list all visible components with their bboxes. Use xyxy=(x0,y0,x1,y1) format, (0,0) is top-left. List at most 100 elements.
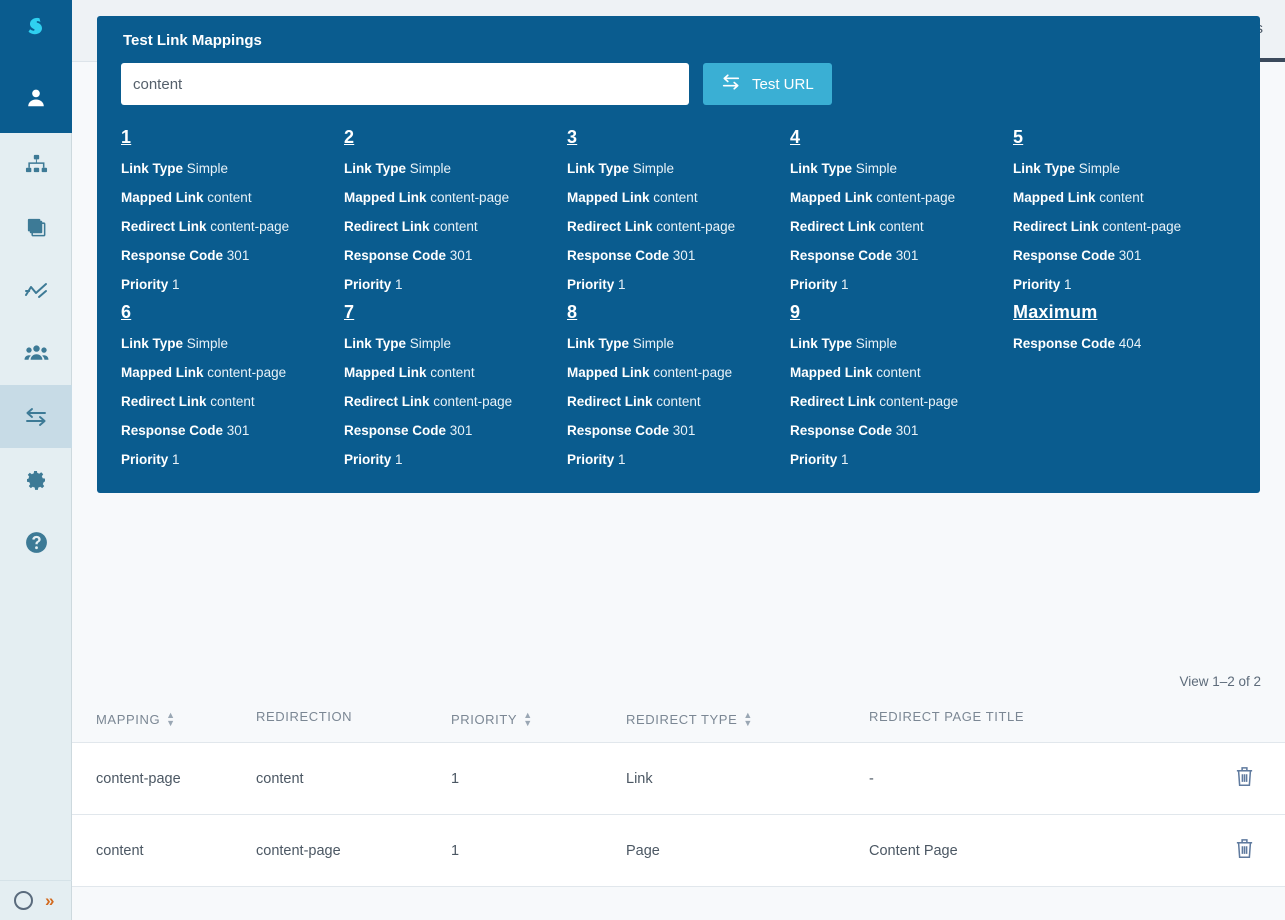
result-response-code: Response Code 301 xyxy=(790,248,1001,263)
question-circle-icon xyxy=(24,530,49,555)
result-link-type: Link Type Simple xyxy=(567,336,778,351)
sidebar-item-structure[interactable] xyxy=(0,133,72,196)
cell-redirect-page-title: - xyxy=(869,742,1199,815)
sidebar-item-users[interactable] xyxy=(0,322,72,385)
test-url-button-label: Test URL xyxy=(752,75,814,93)
test-result-index[interactable]: Maximum xyxy=(1013,302,1097,323)
result-link-type-label: Link Type xyxy=(790,336,853,351)
result-response-code-label: Response Code xyxy=(790,248,893,263)
result-response-code-label: Response Code xyxy=(344,423,447,438)
exchange-arrows-icon xyxy=(721,73,741,95)
column-header-mapping[interactable]: MAPPING ▲ ▼ xyxy=(72,709,256,743)
result-response-code: Response Code 404 xyxy=(1013,336,1224,351)
cell-actions xyxy=(1199,742,1285,815)
sort-arrows-icon[interactable]: ▲ ▼ xyxy=(743,711,753,728)
mappings-table: MAPPING ▲ ▼ REDIRECTION PRIORITY ▲ ▼ REDIRECT T… xyxy=(72,709,1285,887)
sidebar-footer: » xyxy=(0,880,72,920)
column-header-inner: MAPPING ▲ ▼ xyxy=(96,711,176,728)
test-result-index[interactable]: 8 xyxy=(567,302,577,323)
test-result-index[interactable]: 4 xyxy=(790,127,800,148)
result-redirect-link-value: content-page xyxy=(210,219,290,234)
delete-mapping-button[interactable] xyxy=(1234,837,1255,864)
test-result-card: 8 Link Type Simple Mapped Link content-pag… xyxy=(567,296,790,471)
delete-mapping-button[interactable] xyxy=(1234,765,1255,792)
test-result-card: 5 Link Type Simple Mapped Link content Redi… xyxy=(1013,121,1236,296)
user-icon xyxy=(25,87,47,109)
test-result-card: 3 Link Type Simple Mapped Link content Redi… xyxy=(567,121,790,296)
result-response-code-value: 301 xyxy=(226,248,250,263)
trash-icon xyxy=(1234,767,1255,792)
test-result-index[interactable]: 5 xyxy=(1013,127,1023,148)
result-mapped-link-label: Mapped Link xyxy=(344,190,427,205)
test-result-index[interactable]: 6 xyxy=(121,302,131,323)
table-row[interactable]: content content-page 1 Page Content Page xyxy=(72,814,1285,887)
result-mapped-link-value: content xyxy=(876,365,921,380)
result-priority-label: Priority xyxy=(567,277,615,292)
result-link-type-value: Simple xyxy=(409,336,452,351)
result-response-code-value: 301 xyxy=(672,248,696,263)
column-header-actions xyxy=(1199,709,1285,743)
test-url-input[interactable] xyxy=(121,63,689,105)
column-header-redirect-type[interactable]: REDIRECT TYPE ▲ ▼ xyxy=(626,709,869,743)
app-logo[interactable] xyxy=(0,0,72,62)
column-header-priority[interactable]: PRIORITY ▲ ▼ xyxy=(451,709,626,743)
test-result-card: 4 Link Type Simple Mapped Link content-pag… xyxy=(790,121,1013,296)
result-response-code-value: 404 xyxy=(1118,336,1142,351)
result-mapped-link-value: content-page xyxy=(876,190,956,205)
result-link-type: Link Type Simple xyxy=(121,161,332,176)
result-priority-value: 1 xyxy=(395,452,403,467)
sort-arrows-icon[interactable]: ▲ ▼ xyxy=(523,711,533,728)
result-redirect-link-label: Redirect Link xyxy=(121,394,207,409)
result-priority: Priority 1 xyxy=(567,452,778,467)
result-response-code-label: Response Code xyxy=(344,248,447,263)
result-redirect-link: Redirect Link content xyxy=(344,219,555,234)
result-mapped-link: Mapped Link content xyxy=(1013,190,1224,205)
result-mapped-link-value: content xyxy=(430,365,475,380)
result-mapped-link: Mapped Link content xyxy=(790,365,1001,380)
result-link-type-label: Link Type xyxy=(344,336,407,351)
result-priority-value: 1 xyxy=(172,452,180,467)
result-mapped-link-label: Mapped Link xyxy=(121,365,204,380)
result-priority-value: 1 xyxy=(841,277,849,292)
result-response-code-label: Response Code xyxy=(567,248,670,263)
result-redirect-link-label: Redirect Link xyxy=(790,394,876,409)
result-link-type-value: Simple xyxy=(1078,161,1121,176)
result-response-code-value: 301 xyxy=(226,423,250,438)
test-result-index[interactable]: 3 xyxy=(567,127,577,148)
result-priority: Priority 1 xyxy=(121,277,332,292)
result-priority: Priority 1 xyxy=(344,452,555,467)
result-mapped-link-label: Mapped Link xyxy=(1013,190,1096,205)
sidebar-item-analytics[interactable] xyxy=(0,259,72,322)
column-header-redirect-page-title: REDIRECT PAGE TITLE xyxy=(869,709,1199,743)
sidebar-item-redirects[interactable] xyxy=(0,385,72,448)
application-root: » Misdirection Link Mappings xyxy=(0,0,1285,920)
result-link-type-label: Link Type xyxy=(344,161,407,176)
test-result-index[interactable]: 9 xyxy=(790,302,800,323)
sidebar-item-profile[interactable] xyxy=(0,62,72,133)
result-redirect-link-label: Redirect Link xyxy=(567,219,653,234)
sort-arrows-icon[interactable]: ▲ ▼ xyxy=(166,711,176,728)
result-link-type-value: Simple xyxy=(855,161,898,176)
result-redirect-link-label: Redirect Link xyxy=(344,219,430,234)
result-redirect-link: Redirect Link content-page xyxy=(344,394,555,409)
sitemap-icon xyxy=(25,153,48,176)
sidebar-item-help[interactable] xyxy=(0,511,72,574)
users-group-icon xyxy=(24,341,49,366)
result-priority-value: 1 xyxy=(1064,277,1072,292)
test-results-grid: 1 Link Type Simple Mapped Link content Redi… xyxy=(121,121,1236,471)
result-link-type-value: Simple xyxy=(186,336,229,351)
result-redirect-link-value: content-page xyxy=(656,219,736,234)
sidebar-item-settings[interactable] xyxy=(0,448,72,511)
double-chevron-right-icon[interactable]: » xyxy=(45,892,54,909)
test-result-index[interactable]: 1 xyxy=(121,127,131,148)
table-row[interactable]: content-page content 1 Link - xyxy=(72,742,1285,815)
circle-status-icon[interactable] xyxy=(14,891,33,910)
trash-icon xyxy=(1234,839,1255,864)
sidebar-item-content[interactable] xyxy=(0,196,72,259)
mappings-table-section: View 1–2 of 2 MAPPING ▲ ▼ REDIRECTION PRIORI… xyxy=(72,660,1285,887)
test-url-button[interactable]: Test URL xyxy=(703,63,832,105)
test-result-index[interactable]: 2 xyxy=(344,127,354,148)
test-result-index[interactable]: 7 xyxy=(344,302,354,323)
cell-priority: 1 xyxy=(451,814,626,887)
result-link-type-value: Simple xyxy=(409,161,452,176)
